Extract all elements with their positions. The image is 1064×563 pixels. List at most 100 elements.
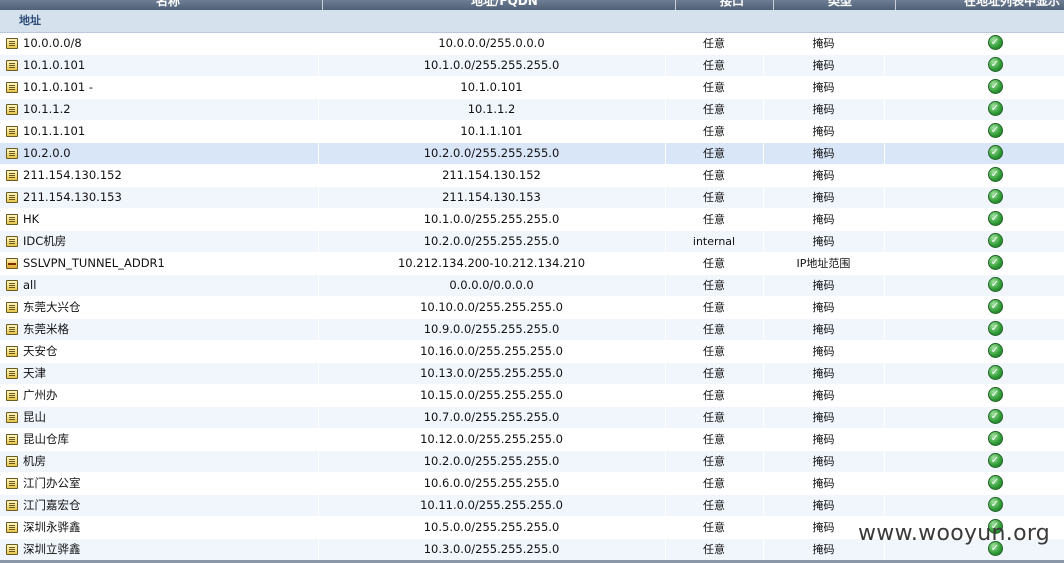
address-interface: 任意: [703, 213, 725, 226]
column-header-name[interactable]: 名称: [156, 0, 180, 10]
address-interface: 任意: [703, 411, 725, 424]
address-range-icon: [6, 258, 18, 269]
address-object-icon: [6, 148, 18, 159]
address-name[interactable]: 10.1.1.2: [23, 99, 317, 120]
green-check-icon: ✓: [987, 343, 1003, 358]
column-header-type[interactable]: 类型: [828, 0, 852, 10]
address-name[interactable]: 211.154.130.153: [23, 187, 317, 208]
address-type: 掩码: [812, 345, 835, 358]
table-row[interactable]: 东莞米格 10.9.0.0/255.255.255.0 任意 掩码 ✓: [0, 319, 1064, 341]
address-name[interactable]: 深圳立骅鑫: [23, 539, 317, 560]
address-value: 10.2.0.0/255.255.255.0: [423, 234, 560, 248]
address-object-icon: [6, 104, 18, 115]
address-name[interactable]: 江门办公室: [23, 473, 317, 494]
green-check-icon: ✓: [987, 497, 1003, 512]
address-object-icon: [6, 192, 18, 203]
address-name[interactable]: 10.1.0.101: [23, 55, 317, 76]
address-type: 掩码: [812, 389, 835, 402]
table-row[interactable]: 昆山 10.7.0.0/255.255.255.0 任意 掩码 ✓: [0, 407, 1064, 429]
address-name[interactable]: 天安仓: [23, 341, 317, 362]
table-row[interactable]: 江门嘉宏仓 10.11.0.0/255.255.255.0 任意 掩码 ✓: [0, 495, 1064, 517]
green-check-icon: ✓: [987, 145, 1003, 160]
address-value: 10.12.0.0/255.255.255.0: [420, 432, 563, 446]
column-divider[interactable]: [675, 0, 676, 10]
column-header-in-list[interactable]: 在地址列表中显示: [964, 0, 1060, 10]
table-row[interactable]: 10.1.0.101 - 10.1.0.101 任意 掩码 ✓: [0, 77, 1064, 99]
green-check-icon: ✓: [987, 409, 1003, 424]
address-type: 掩码: [812, 213, 835, 226]
address-name[interactable]: 10.1.0.101 -: [23, 77, 317, 98]
address-name[interactable]: all: [23, 275, 317, 296]
address-name[interactable]: 江门嘉宏仓: [23, 495, 317, 516]
column-header-address[interactable]: 地址/FQDN: [471, 0, 538, 10]
address-value: 10.11.0.0/255.255.255.0: [420, 498, 563, 512]
address-value: 10.0.0.0/255.0.0.0: [438, 36, 545, 50]
address-name[interactable]: HK: [23, 209, 317, 230]
address-name[interactable]: IDC机房: [23, 231, 317, 252]
address-name[interactable]: 昆山仓库: [23, 429, 317, 450]
address-name[interactable]: SSLVPN_TUNNEL_ADDR1: [23, 253, 317, 274]
show-in-list-cell: ✓: [885, 253, 1064, 274]
address-name[interactable]: 机房: [23, 451, 317, 472]
table-row[interactable]: 10.2.0.0 10.2.0.0/255.255.255.0 任意 掩码 ✓: [0, 143, 1064, 165]
group-label: 地址: [19, 14, 41, 27]
address-object-icon: [6, 126, 18, 137]
address-interface: 任意: [703, 279, 725, 292]
green-check-icon: ✓: [987, 475, 1003, 490]
column-divider[interactable]: [773, 0, 774, 10]
table-row[interactable]: 天津 10.13.0.0/255.255.255.0 任意 掩码 ✓: [0, 363, 1064, 385]
address-object-icon: [6, 324, 18, 335]
table-row[interactable]: 10.1.0.101 10.1.0.0/255.255.255.0 任意 掩码 ✓: [0, 55, 1064, 77]
table-row[interactable]: 10.0.0.0/8 10.0.0.0/255.0.0.0 任意 掩码 ✓: [0, 33, 1064, 55]
table-row[interactable]: 机房 10.2.0.0/255.255.255.0 任意 掩码 ✓: [0, 451, 1064, 473]
table-row[interactable]: 天安仓 10.16.0.0/255.255.255.0 任意 掩码 ✓: [0, 341, 1064, 363]
table-row[interactable]: 10.1.1.101 10.1.1.101 任意 掩码 ✓: [0, 121, 1064, 143]
column-divider[interactable]: [322, 0, 323, 10]
table-row[interactable]: 211.154.130.152 211.154.130.152 任意 掩码 ✓: [0, 165, 1064, 187]
address-name[interactable]: 10.0.0.0/8: [23, 33, 317, 54]
table-row[interactable]: 211.154.130.153 211.154.130.153 任意 掩码 ✓: [0, 187, 1064, 209]
address-name[interactable]: 211.154.130.152: [23, 165, 317, 186]
address-name[interactable]: 东莞米格: [23, 319, 317, 340]
address-interface: 任意: [703, 125, 725, 138]
group-header-addresses[interactable]: 地址: [0, 10, 1064, 33]
address-object-icon: [6, 522, 18, 533]
address-object-icon: [6, 456, 18, 467]
address-object-icon: [6, 544, 18, 555]
address-value: 0.0.0.0/0.0.0.0: [449, 278, 534, 292]
address-name[interactable]: 东莞大兴仓: [23, 297, 317, 318]
green-check-icon: ✓: [987, 57, 1003, 72]
show-in-list-cell: ✓: [885, 33, 1064, 54]
address-name[interactable]: 10.2.0.0: [23, 143, 317, 164]
table-row[interactable]: IDC机房 10.2.0.0/255.255.255.0 internal 掩码 ✓: [0, 231, 1064, 253]
address-name[interactable]: 昆山: [23, 407, 317, 428]
address-name[interactable]: 天津: [23, 363, 317, 384]
address-type: 掩码: [812, 279, 835, 292]
address-object-icon: [6, 82, 18, 93]
address-object-icon: [6, 346, 18, 357]
table-row[interactable]: SSLVPN_TUNNEL_ADDR1 10.212.134.200-10.212…: [0, 253, 1064, 275]
table-row[interactable]: HK 10.1.0.0/255.255.255.0 任意 掩码 ✓: [0, 209, 1064, 231]
column-divider[interactable]: [895, 0, 896, 10]
address-name[interactable]: 深圳永骅鑫: [23, 517, 317, 538]
table-row[interactable]: 江门办公室 10.6.0.0/255.255.255.0 任意 掩码 ✓: [0, 473, 1064, 495]
address-object-icon: [6, 60, 18, 71]
address-interface: 任意: [703, 455, 725, 468]
table-row[interactable]: 东莞大兴仓 10.10.0.0/255.255.255.0 任意 掩码 ✓: [0, 297, 1064, 319]
address-object-icon: [6, 214, 18, 225]
column-header-interface[interactable]: 接口: [720, 0, 744, 10]
address-type: 掩码: [812, 169, 835, 182]
table-row[interactable]: all 0.0.0.0/0.0.0.0 任意 掩码 ✓: [0, 275, 1064, 297]
address-interface: 任意: [703, 543, 725, 556]
address-value: 10.9.0.0/255.255.255.0: [423, 322, 560, 336]
address-value: 10.1.1.101: [460, 124, 523, 138]
watermark: www.wooyun.org: [858, 521, 1051, 546]
address-object-icon: [6, 478, 18, 489]
show-in-list-cell: ✓: [885, 297, 1064, 318]
address-name[interactable]: 10.1.1.101: [23, 121, 317, 142]
table-row[interactable]: 10.1.1.2 10.1.1.2 任意 掩码 ✓: [0, 99, 1064, 121]
address-object-icon: [6, 236, 18, 247]
address-name[interactable]: 广州办: [23, 385, 317, 406]
table-row[interactable]: 昆山仓库 10.12.0.0/255.255.255.0 任意 掩码 ✓: [0, 429, 1064, 451]
table-row[interactable]: 广州办 10.15.0.0/255.255.255.0 任意 掩码 ✓: [0, 385, 1064, 407]
